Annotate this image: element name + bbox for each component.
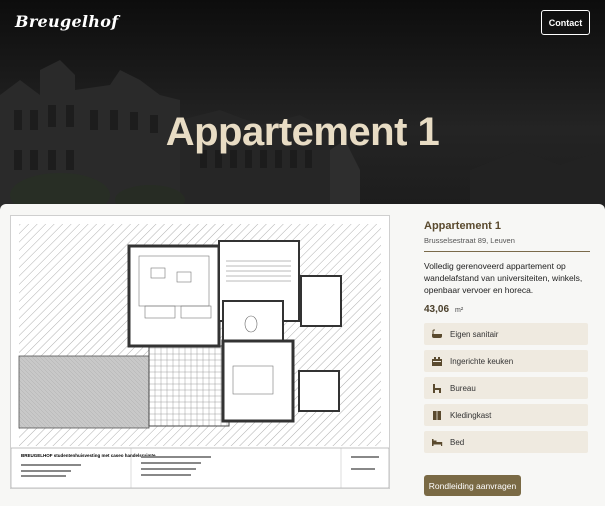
listing-title: Appartement 1 (424, 220, 502, 232)
bed-icon (430, 436, 444, 448)
feature-item-sanitair: Eigen sanitair (424, 323, 588, 345)
floor-plan-image: BREUGELHOF studentenhuisvesting met case… (10, 215, 390, 489)
request-tour-button[interactable]: Rondleiding aanvragen (424, 475, 521, 496)
listing-address: Brusselsestraat 89, Leuven (424, 236, 515, 245)
floor-plan-caption: BREUGELHOF studentenhuisvesting met case… (21, 453, 156, 458)
desk-chair-icon (430, 382, 444, 394)
feature-label: Eigen sanitair (450, 329, 499, 339)
brand-logo[interactable]: Breugelhof (15, 12, 118, 31)
wardrobe-icon (430, 409, 444, 421)
area-unit: m² (455, 307, 464, 314)
listing-card: BREUGELHOF studentenhuisvesting met case… (0, 204, 605, 506)
feature-item-bureau: Bureau (424, 377, 588, 399)
page-title: Appartement 1 (165, 110, 440, 154)
feature-label: Ingerichte keuken (450, 356, 514, 366)
hero-background-image (0, 60, 605, 215)
feature-item-keuken: Ingerichte keuken (424, 350, 588, 372)
hero-banner: Breugelhof Contact Appartement 1 (0, 0, 605, 215)
feature-label: Kledingkast (450, 410, 492, 420)
contact-button[interactable]: Contact (541, 10, 590, 35)
divider (424, 251, 590, 252)
area-value: 43,06 (424, 304, 450, 315)
feature-label: Bureau (450, 383, 476, 393)
listing-info: Appartement 1 Brusselsestraat 89, Leuven… (424, 220, 590, 458)
listing-description: Volledig gerenoveerd appartement op wand… (424, 261, 583, 295)
feature-item-kledingkast: Kledingkast (424, 404, 588, 426)
kitchen-icon (430, 355, 444, 367)
bathtub-icon (430, 328, 444, 340)
feature-list: Eigen sanitair Ingerichte keuken Bureau … (424, 323, 590, 453)
listing-area: 43,06 m² (424, 304, 590, 315)
feature-item-bed: Bed (424, 431, 588, 453)
feature-label: Bed (450, 437, 465, 447)
